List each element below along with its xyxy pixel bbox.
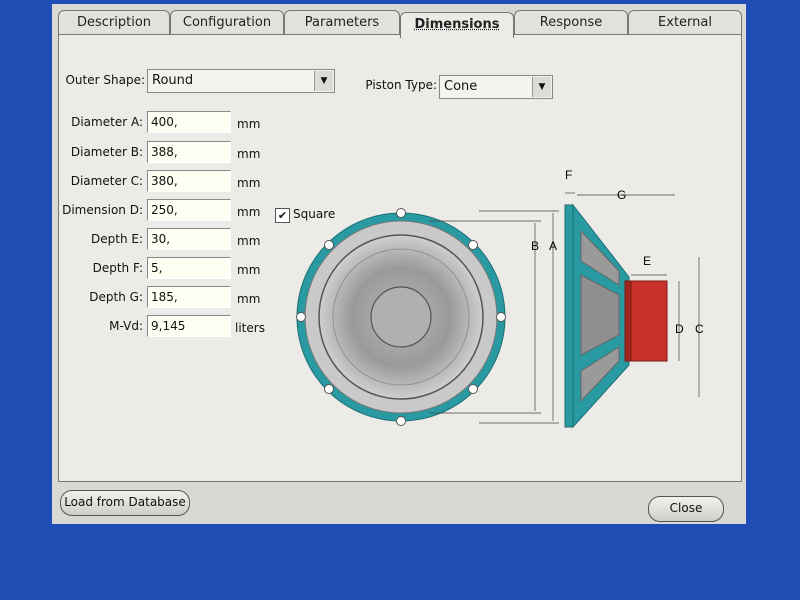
diameter-b-label: Diameter B: — [70, 145, 143, 159]
piston-type-value: Cone — [444, 79, 478, 94]
tab-external[interactable]: External — [628, 10, 742, 35]
tab-label: Description — [76, 15, 152, 30]
m-vd-unit: liters — [235, 321, 265, 335]
depth-f-label: Depth F: — [92, 261, 143, 275]
tab-label: Parameters — [304, 15, 380, 30]
diameter-a-label: Diameter A: — [71, 115, 143, 129]
depth-f-field[interactable]: 5, — [147, 257, 231, 279]
chevron-down-icon[interactable]: ▼ — [314, 71, 333, 91]
mount-hole — [324, 240, 334, 250]
outer-shape-select[interactable]: Round ▼ — [147, 69, 335, 93]
diameter-b-field[interactable]: 388, — [147, 141, 231, 163]
mount-hole — [468, 384, 478, 394]
side-magnet — [628, 280, 668, 362]
piston-type-select[interactable]: Cone ▼ — [439, 75, 553, 99]
side-magnet-plate — [624, 280, 632, 362]
speaker-dialog: Description Configuration Parameters Dim… — [52, 4, 746, 524]
m-vd-field[interactable]: 9,145 — [147, 315, 231, 337]
dimension-d-field[interactable]: 250, — [147, 199, 231, 221]
mount-hole — [296, 312, 306, 322]
outer-shape-label: Outer Shape: — [65, 73, 145, 87]
tab-parameters[interactable]: Parameters — [284, 10, 400, 35]
mount-hole — [396, 208, 406, 218]
label-e: E — [643, 254, 651, 268]
label-d: D — [675, 322, 684, 336]
label-c: C — [695, 322, 704, 336]
m-vd-label: M-Vd: — [109, 319, 143, 333]
diameter-c-label: Diameter C: — [70, 174, 143, 188]
mount-hole — [496, 312, 506, 322]
dimension-d-unit: mm — [237, 205, 261, 219]
label-b: B — [531, 239, 539, 253]
side-flange — [564, 204, 574, 428]
dimensions-panel: Outer Shape: Round ▼ Piston Type: Cone ▼… — [58, 34, 742, 482]
depth-g-unit: mm — [237, 292, 261, 306]
depth-f-unit: mm — [237, 263, 261, 277]
diameter-c-unit: mm — [237, 176, 261, 190]
tab-label: Configuration — [182, 15, 272, 30]
tab-label: Dimensions — [414, 17, 500, 32]
label-g: G — [617, 188, 626, 202]
chevron-down-icon[interactable]: ▼ — [532, 77, 551, 97]
tab-configuration[interactable]: Configuration — [170, 10, 284, 35]
diameter-a-unit: mm — [237, 117, 261, 131]
piston-type-label: Piston Type: — [365, 78, 437, 92]
depth-e-field[interactable]: 30, — [147, 228, 231, 250]
diameter-a-field[interactable]: 400, — [147, 111, 231, 133]
diameter-b-unit: mm — [237, 147, 261, 161]
dust-cap — [370, 286, 432, 348]
load-from-database-button[interactable]: Load from Database — [60, 490, 190, 516]
depth-g-label: Depth G: — [89, 290, 143, 304]
mount-hole — [468, 240, 478, 250]
label-a: A — [549, 239, 557, 253]
tab-label: External — [658, 15, 712, 30]
tab-label: Response — [539, 15, 603, 30]
tab-description[interactable]: Description — [58, 10, 170, 35]
close-button[interactable]: Close — [648, 496, 724, 522]
depth-g-field[interactable]: 185, — [147, 286, 231, 308]
depth-e-label: Depth E: — [91, 232, 143, 246]
tab-response[interactable]: Response — [514, 10, 628, 35]
dimension-d-label: Dimension D: — [62, 203, 143, 217]
mount-hole — [396, 416, 406, 426]
label-f: F — [565, 168, 572, 182]
depth-e-unit: mm — [237, 234, 261, 248]
diameter-c-field[interactable]: 380, — [147, 170, 231, 192]
mount-hole — [324, 384, 334, 394]
tab-dimensions[interactable]: Dimensions — [400, 12, 514, 38]
outer-shape-value: Round — [152, 73, 194, 88]
speaker-diagram: B A F G E D C — [296, 168, 704, 429]
